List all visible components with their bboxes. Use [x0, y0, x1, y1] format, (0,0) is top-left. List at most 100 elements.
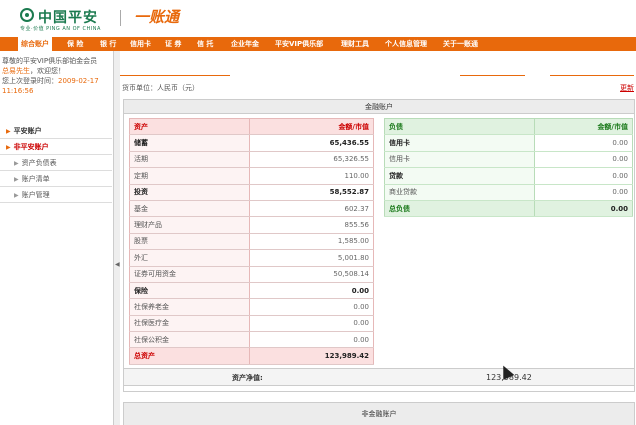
table-row[interactable]: 信用卡 0.00: [384, 151, 633, 169]
welcome-line: 尊敬的平安VIP俱乐部铂金会员: [2, 57, 98, 65]
last-login-time: 11:16:56: [2, 87, 34, 95]
row-value: 0.00: [534, 134, 633, 152]
table-header: 资产 金额/市值: [129, 118, 374, 136]
liabilities-table: 负债 金额/市值 信用卡 0.00 信用卡 0.00 贷款 0.00 商业贷款 0.00…: [384, 118, 633, 218]
row-value: 65,436.55: [249, 134, 374, 152]
row-value: 0.00: [249, 282, 374, 300]
panel-title: 非金融账户: [124, 403, 634, 425]
row-label: 储蓄: [129, 134, 250, 152]
column-header-value: 金额/市值: [534, 118, 633, 136]
last-login-label: 您上次登录时间：: [2, 77, 58, 85]
total-row: 总负债 0.00: [384, 200, 633, 218]
pingan-logo-icon[interactable]: [20, 8, 34, 22]
sidebar-splitter[interactable]: ◀: [113, 51, 120, 425]
nav-item-securities[interactable]: 证 券: [165, 37, 181, 51]
table-row[interactable]: 信用卡 0.00: [384, 134, 633, 152]
welcome-user-line: 总易先生，欢迎您！: [2, 66, 112, 76]
sidebar-item-account-manage[interactable]: ▶ 账户管理: [0, 187, 112, 203]
sidebar-item-pingan-accounts[interactable]: ▶ 平安账户: [0, 123, 112, 139]
row-label: 定期: [129, 167, 250, 185]
row-label: 贷款: [384, 167, 535, 185]
row-label: 保险: [129, 282, 250, 300]
arrow-right-icon: ▶: [14, 160, 19, 167]
last-login: 您上次登录时间：2009-02-17: [2, 76, 112, 86]
financial-accounts-panel: 金融账户 资产 金额/市值 储蓄 65,436.55 活期 65,326.55 定期…: [123, 99, 635, 392]
row-label: 理财产品: [129, 216, 250, 234]
currency-label: 货币单位：人民币（元）: [122, 84, 199, 92]
nav-item-overview[interactable]: 综合账户: [18, 37, 52, 51]
nav-item-bank[interactable]: 银 行: [100, 37, 116, 51]
table-row[interactable]: 基金 602.37: [129, 200, 374, 218]
refresh-link[interactable]: 更新: [620, 83, 634, 93]
table-row[interactable]: 保险 0.00: [129, 282, 374, 300]
non-financial-accounts-panel: 非金融账户: [123, 402, 635, 425]
divider: [120, 75, 230, 76]
table-row[interactable]: 投资 58,552.87: [129, 184, 374, 201]
column-header-value: 金额/市值: [249, 118, 374, 136]
table-row[interactable]: 证券可用资金 50,508.14: [129, 266, 374, 283]
header: 中国平安 专业·价值 PING AN OF CHINA 一账通: [0, 0, 636, 37]
row-value: 5,001.80: [249, 249, 374, 267]
table-row[interactable]: 定期 110.00: [129, 167, 374, 185]
row-label: 信用卡: [384, 151, 535, 169]
row-label: 社保医疗金: [129, 315, 250, 333]
row-label: 信用卡: [384, 134, 535, 152]
sidebar-item-non-pingan-accounts[interactable]: ▶ 非平安账户: [0, 139, 112, 155]
table-row[interactable]: 社保公积金 0.00: [129, 331, 374, 349]
row-label: 社保公积金: [129, 331, 250, 349]
table-row[interactable]: 贷款 0.00: [384, 167, 633, 185]
net-worth-label: 资产净值:: [232, 374, 263, 382]
row-value: 110.00: [249, 167, 374, 185]
collapse-arrow-icon[interactable]: ◀: [115, 261, 120, 268]
table-row[interactable]: 理财产品 855.56: [129, 216, 374, 234]
arrow-right-icon: ▶: [14, 176, 19, 183]
sidebar: 尊敬的平安VIP俱乐部铂金会员 总易先生，欢迎您！ 您上次登录时间：2009-0…: [0, 51, 113, 425]
nav-item-tools[interactable]: 理财工具: [341, 37, 369, 51]
sidebar-item-balance-sheet[interactable]: ▶ 资产负债表: [0, 155, 112, 171]
total-row: 总资产 123,989.42: [129, 347, 374, 365]
table-header: 负债 金额/市值: [384, 118, 633, 136]
net-worth-row: 资产净值: 123,989.42: [123, 368, 635, 386]
nav-item-vip-club[interactable]: 平安VIP俱乐部: [275, 37, 323, 51]
row-value: 65,326.55: [249, 151, 374, 169]
table-row[interactable]: 储蓄 65,436.55: [129, 134, 374, 152]
sidebar-menu: ▶ 平安账户 ▶ 非平安账户 ▶ 资产负债表 ▶ 账户清单 ▶ 账户管理: [0, 123, 112, 203]
divider: [460, 75, 525, 76]
sidebar-item-label: 账户清单: [21, 175, 50, 183]
logo-tagline: 专业·价值 PING AN OF CHINA: [20, 26, 101, 32]
nav-item-insurance[interactable]: 保 险: [67, 37, 83, 51]
table-row[interactable]: 商业贷款 0.00: [384, 184, 633, 201]
row-label: 商业贷款: [384, 184, 535, 201]
arrow-right-icon: ▶: [6, 144, 11, 151]
logo-text[interactable]: 中国平安: [38, 7, 98, 27]
row-label: 投资: [129, 184, 250, 201]
row-label: 证券可用资金: [129, 266, 250, 283]
nav-item-credit-card[interactable]: 信用卡: [130, 37, 151, 51]
main-nav: 综合账户 保 险 银 行 信用卡 证 券 信 托 企业年金 平安VIP俱乐部 理…: [0, 37, 636, 51]
nav-item-about[interactable]: 关于一账通: [443, 37, 478, 51]
table-row[interactable]: 社保医疗金 0.00: [129, 315, 374, 333]
table-row[interactable]: 活期 65,326.55: [129, 151, 374, 169]
column-header-asset: 资产: [129, 118, 250, 136]
row-value: 0.00: [249, 331, 374, 349]
row-value: 58,552.87: [249, 184, 374, 201]
total-liabilities-label: 总负债: [384, 200, 535, 218]
nav-item-profile[interactable]: 个人信息管理: [385, 37, 427, 51]
row-value: 1,585.00: [249, 233, 374, 251]
total-liabilities-value: 0.00: [534, 200, 633, 218]
nav-item-trust[interactable]: 信 托: [197, 37, 213, 51]
nav-item-annuity[interactable]: 企业年金: [231, 37, 259, 51]
table-row[interactable]: 外汇 5,001.80: [129, 249, 374, 267]
row-label: 股票: [129, 233, 250, 251]
row-value: 0.00: [534, 184, 633, 201]
row-value: 602.37: [249, 200, 374, 218]
logo-divider: [120, 10, 121, 26]
user-name[interactable]: 总易先生: [2, 67, 30, 75]
total-assets-value: 123,989.42: [249, 347, 374, 365]
table-row[interactable]: 股票 1,585.00: [129, 233, 374, 251]
sidebar-item-account-list[interactable]: ▶ 账户清单: [0, 171, 112, 187]
welcome-block: 尊敬的平安VIP俱乐部铂金会员 总易先生，欢迎您！ 您上次登录时间：2009-0…: [2, 56, 112, 96]
table-row[interactable]: 社保养老金 0.00: [129, 298, 374, 316]
arrow-right-icon: ▶: [6, 128, 11, 135]
sidebar-item-label: 账户管理: [21, 191, 50, 199]
